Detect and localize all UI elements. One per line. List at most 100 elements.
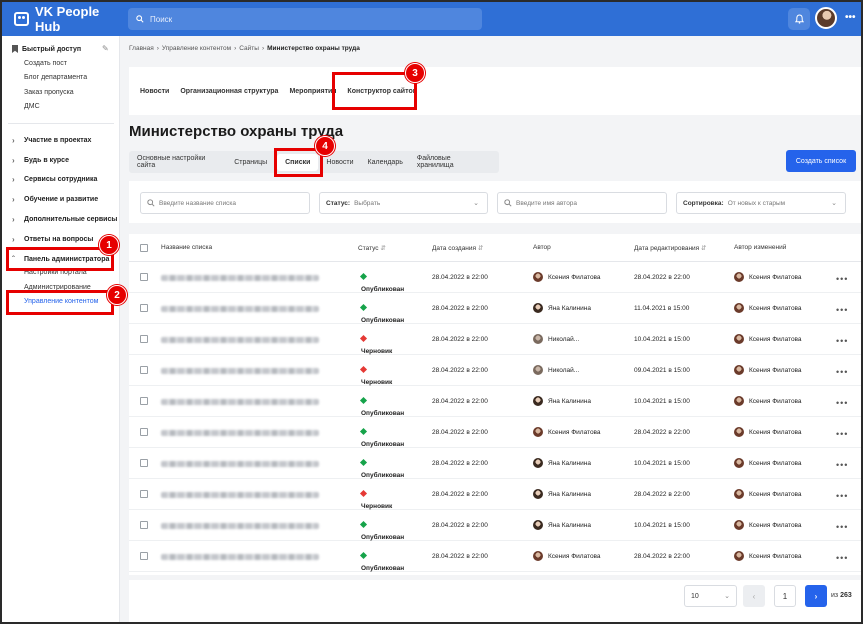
editor-name[interactable]: Ксения Филатова [749,274,802,281]
list-name-redacted[interactable] [161,368,319,374]
row-checkbox[interactable] [140,521,148,529]
editor-name[interactable]: Ксения Филатова [749,305,802,312]
list-name-redacted[interactable] [161,554,319,560]
author-name[interactable]: Николай... [548,367,579,374]
table-row[interactable]: Опубликован 28.04.2022 в 22:00 Яна Калинин… [129,386,861,417]
row-checkbox[interactable] [140,397,148,405]
row-checkbox[interactable] [140,459,148,467]
author-name[interactable]: Яна Калинина [548,491,591,498]
row-more-icon[interactable]: ••• [836,522,848,532]
search-input[interactable] [150,14,450,24]
author-name[interactable]: Яна Калинина [548,460,591,467]
breadcrumb-home[interactable]: Главная [129,45,154,52]
sidebar-item-pass-order[interactable]: Заказ пропуска [24,89,74,96]
select-all-checkbox[interactable] [140,244,148,252]
editor-name[interactable]: Ксения Филатова [749,460,802,467]
table-row[interactable]: Опубликован 28.04.2022 в 22:00 Яна Калинин… [129,293,861,324]
row-more-icon[interactable]: ••• [836,336,848,346]
sidebar-section-employee-services[interactable]: › Сервисы сотрудника [12,175,97,184]
page-number-current[interactable]: 1 [774,585,796,607]
table-row[interactable]: Опубликован 28.04.2022 в 22:00 Ксения Фила… [129,541,861,572]
more-menu-icon[interactable]: ••• [845,12,856,23]
sidebar-section-projects[interactable]: › Участие в проектах [12,136,91,145]
row-checkbox[interactable] [140,366,148,374]
row-more-icon[interactable]: ••• [836,274,848,284]
row-checkbox[interactable] [140,335,148,343]
row-more-icon[interactable]: ••• [836,491,848,501]
table-row[interactable]: Опубликован 28.04.2022 в 22:00 Ксения Фила… [129,262,861,293]
row-more-icon[interactable]: ••• [836,305,848,315]
row-checkbox[interactable] [140,490,148,498]
list-name-filter[interactable]: Введите название списка [140,192,310,214]
author-name[interactable]: Николай... [548,336,579,343]
row-checkbox[interactable] [140,428,148,436]
author-name[interactable]: Ксения Филатова [548,429,601,436]
editor-name[interactable]: Ксения Филатова [749,553,802,560]
editor-name[interactable]: Ксения Филатова [749,398,802,405]
author-name[interactable]: Ксения Филатова [548,553,601,560]
edit-pencil-icon[interactable]: ✎ [102,44,109,53]
notifications-button[interactable] [788,8,810,30]
sort-select[interactable]: Сортировка: От новых к старым ⌄ [676,192,846,214]
row-checkbox[interactable] [140,552,148,560]
col-edited[interactable]: Дата редактирования ⇵ [634,244,706,252]
row-more-icon[interactable]: ••• [836,367,848,377]
table-row[interactable]: Черновик 28.04.2022 в 22:00 Яна Калинина 28… [129,479,861,510]
col-created[interactable]: Дата создания ⇵ [432,244,483,252]
sidebar-section-news[interactable]: › Будь в курсе [12,156,69,165]
breadcrumb-sites[interactable]: Сайты [239,45,259,52]
list-name-redacted[interactable] [161,337,319,343]
editor-name[interactable]: Ксения Филатова [749,429,802,436]
nav-events[interactable]: Мероприятия [289,88,336,95]
tab-calendar[interactable]: Календарь [368,159,403,166]
app-logo[interactable]: VK People Hub [14,4,128,34]
create-list-button[interactable]: Создать список [786,150,856,172]
user-avatar[interactable] [815,7,837,29]
list-name-redacted[interactable] [161,523,319,529]
col-status[interactable]: Статус ⇵ [358,244,386,252]
author-name[interactable]: Яна Калинина [548,398,591,405]
list-name-redacted[interactable] [161,430,319,436]
sidebar-section-faq[interactable]: › Ответы на вопросы [12,235,93,244]
row-more-icon[interactable]: ••• [836,460,848,470]
tab-pages[interactable]: Страницы [234,159,267,166]
tab-main-settings[interactable]: Основные настройки сайта [137,155,220,169]
table-row[interactable]: Опубликован 28.04.2022 в 22:00 Яна Калинин… [129,510,861,541]
row-checkbox[interactable] [140,273,148,281]
status-filter[interactable]: Статус: Выбрать ⌄ [319,192,488,214]
sidebar-section-learning[interactable]: › Обучение и развитие [12,195,98,204]
sidebar-item-dms[interactable]: ДМС [24,103,40,110]
editor-name[interactable]: Ксения Филатова [749,522,802,529]
sidebar-section-additional[interactable]: › Дополнительные сервисы [12,215,117,224]
tab-news[interactable]: Новости [326,159,353,166]
table-row[interactable]: Черновик 28.04.2022 в 22:00 Николай... 09.0… [129,355,861,386]
row-more-icon[interactable]: ••• [836,553,848,563]
prev-page-button[interactable]: ‹ [743,585,765,607]
table-row[interactable]: Черновик 28.04.2022 в 22:00 Николай... 10.0… [129,324,861,355]
nav-org-structure[interactable]: Организационная структура [180,88,278,95]
list-name-redacted[interactable] [161,492,319,498]
tab-file-storage[interactable]: Файловые хранилища [417,155,485,169]
search-box[interactable] [128,8,482,30]
table-row[interactable]: Опубликован 28.04.2022 в 22:00 Яна Калинин… [129,448,861,479]
sidebar-item-department-blog[interactable]: Блог департамента [24,74,87,81]
next-page-button[interactable]: › [805,585,827,607]
row-checkbox[interactable] [140,304,148,312]
list-name-redacted[interactable] [161,306,319,312]
author-name[interactable]: Яна Калинина [548,305,591,312]
sidebar-item-create-post[interactable]: Создать пост [24,60,67,67]
editor-name[interactable]: Ксения Филатова [749,367,802,374]
list-name-redacted[interactable] [161,399,319,405]
author-name[interactable]: Ксения Филатова [548,274,601,281]
row-more-icon[interactable]: ••• [836,398,848,408]
breadcrumb-content-management[interactable]: Управление контентом [162,45,231,52]
per-page-select[interactable]: 10 ⌄ [684,585,737,607]
author-filter[interactable]: Введите имя автора [497,192,667,214]
list-name-redacted[interactable] [161,275,319,281]
author-name[interactable]: Яна Калинина [548,522,591,529]
sidebar-quick-access[interactable]: Быстрый доступ [12,45,81,53]
editor-name[interactable]: Ксения Филатова [749,336,802,343]
table-row[interactable]: Опубликован 28.04.2022 в 22:00 Ксения Фила… [129,417,861,448]
editor-name[interactable]: Ксения Филатова [749,491,802,498]
row-more-icon[interactable]: ••• [836,429,848,439]
